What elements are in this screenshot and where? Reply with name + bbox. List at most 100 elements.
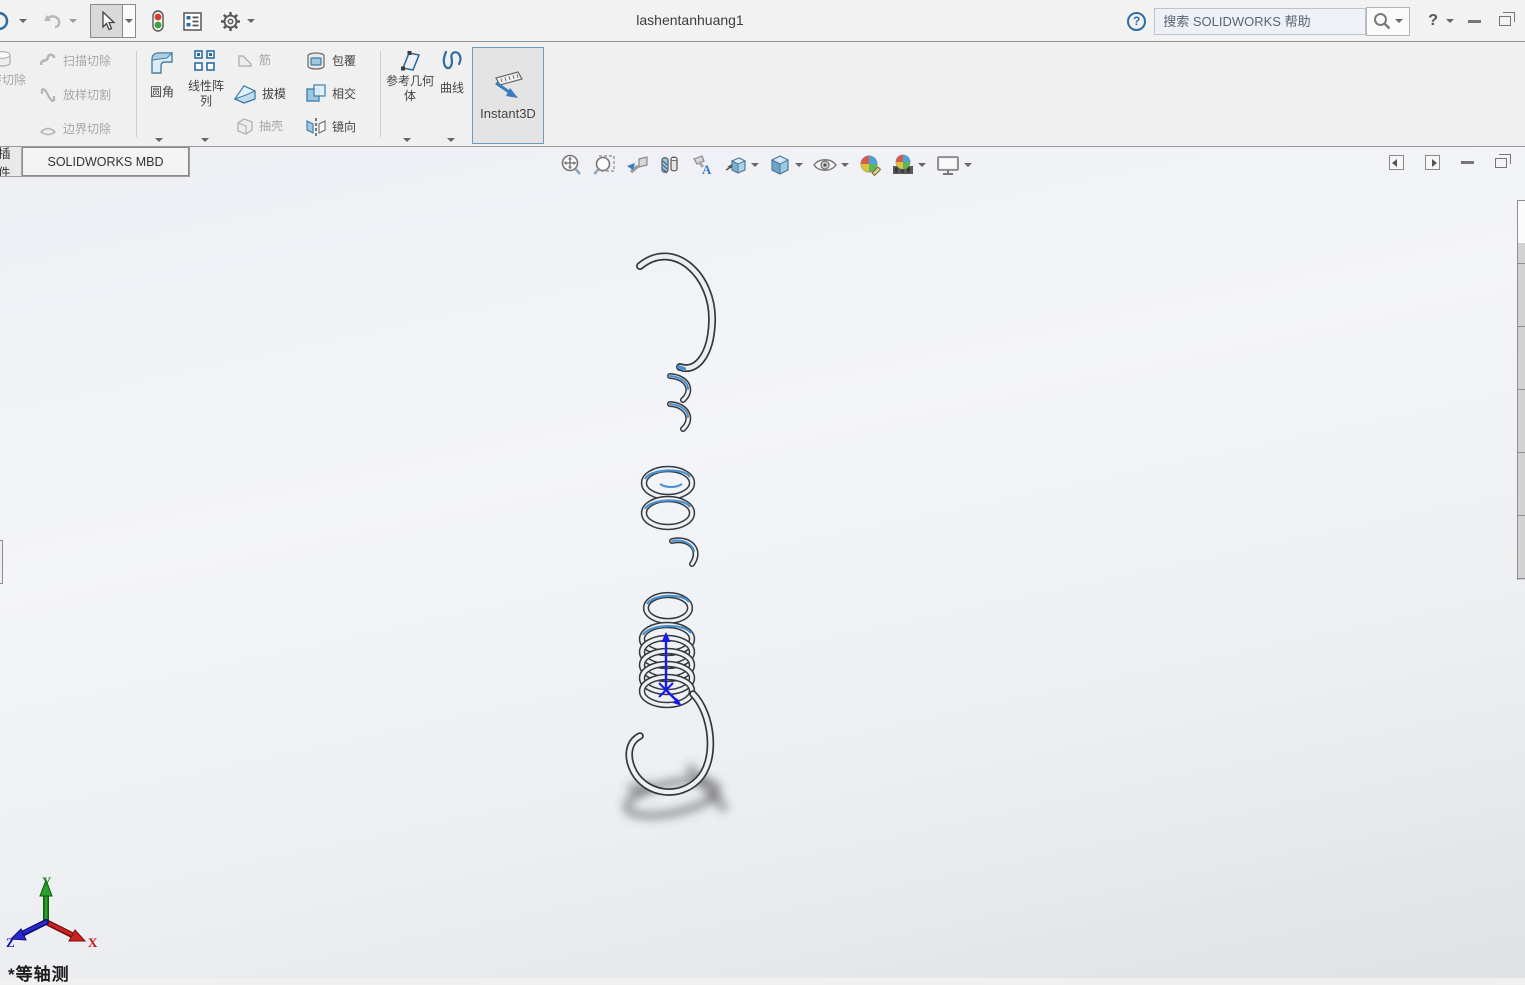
instant3d-button[interactable]: Instant3D	[472, 47, 544, 144]
undo-caret[interactable]	[66, 4, 80, 38]
document-window-controls	[1389, 155, 1507, 170]
apply-scene-icon	[891, 153, 915, 177]
spring-top-hook[interactable]	[640, 256, 712, 369]
ribbon-fillet[interactable]: 圆角	[141, 49, 183, 100]
ribbon-curves[interactable]: 曲线	[434, 49, 470, 96]
options-list-button[interactable]	[180, 4, 205, 38]
previous-view-button[interactable]	[624, 152, 650, 178]
restore-document-icon[interactable]	[1495, 158, 1507, 168]
triad-z-label: Z	[6, 935, 15, 950]
view-orientation-caret[interactable]	[751, 163, 759, 167]
zoom-to-fit-button[interactable]	[558, 152, 584, 178]
zoom-to-fit-icon	[559, 153, 583, 177]
app-icon[interactable]	[0, 4, 16, 38]
hide-show-items-caret[interactable]	[841, 163, 849, 167]
app-icon	[0, 12, 13, 30]
curves-icon	[439, 49, 465, 75]
task-pane-edge[interactable]	[1517, 200, 1525, 580]
select-tool-caret[interactable]	[123, 4, 136, 38]
ribbon-wrap[interactable]: 包覆	[305, 51, 356, 71]
app-menu-caret[interactable]	[16, 4, 30, 38]
help-menu[interactable]: ?	[1428, 12, 1438, 30]
shell-icon	[236, 117, 254, 135]
triad-x-label: X	[88, 935, 98, 950]
ribbon-swept-cut[interactable]: 扫描切除	[38, 51, 111, 71]
view-settings-caret[interactable]	[964, 163, 972, 167]
spring-mid-arc[interactable]	[672, 540, 696, 564]
hide-show-annotations-icon: A	[691, 153, 715, 177]
expand-right-pane-icon[interactable]	[1425, 155, 1440, 170]
swept-cut-icon	[38, 51, 58, 71]
undo-button[interactable]	[40, 4, 66, 38]
ribbon-shell[interactable]: 抽壳	[236, 117, 283, 135]
settings-gear-button[interactable]	[217, 4, 244, 38]
curves-caret[interactable]	[447, 129, 455, 147]
restore-icon	[1499, 16, 1511, 26]
minimize-icon	[1468, 20, 1481, 23]
reference-geometry-caret[interactable]	[403, 129, 411, 147]
settings-caret[interactable]	[244, 4, 258, 38]
search-input[interactable]	[1154, 8, 1366, 35]
hide-show-annotations-button[interactable]: A	[690, 152, 716, 178]
spring-arc-segments[interactable]	[670, 376, 688, 429]
ribbon-draft[interactable]: 拔模	[233, 83, 286, 105]
graphics-viewport[interactable]: 插件 SOLIDWORKS MBD	[0, 147, 1525, 978]
section-view-icon	[658, 153, 682, 177]
spring-model[interactable]	[560, 180, 800, 830]
ribbon-linear-pattern[interactable]: 线性阵列	[183, 49, 229, 109]
hide-show-items-button[interactable]	[811, 152, 850, 178]
fillet-icon	[148, 49, 176, 77]
view-settings-button[interactable]	[934, 152, 973, 178]
section-view-button[interactable]	[657, 152, 683, 178]
display-style-caret[interactable]	[795, 163, 803, 167]
apply-scene-caret[interactable]	[918, 163, 926, 167]
draft-icon	[233, 83, 257, 105]
previous-view-icon	[625, 153, 649, 177]
rib-icon	[236, 51, 254, 69]
tab-solidworks-mbd[interactable]: SOLIDWORKS MBD	[22, 147, 189, 176]
display-style-icon	[768, 153, 792, 177]
apply-scene-button[interactable]	[890, 152, 927, 178]
spring-single-coil[interactable]	[646, 595, 690, 621]
window-title: lashentanhuang1	[540, 0, 840, 40]
lofted-cut-icon	[38, 85, 58, 105]
svg-text:A: A	[702, 162, 712, 177]
ribbon-mirror[interactable]: 镜向	[305, 117, 356, 137]
display-style-button[interactable]	[767, 152, 804, 178]
zoom-to-area-button[interactable]	[591, 152, 617, 178]
view-orientation-button[interactable]	[723, 152, 760, 178]
ribbon-rib[interactable]: 筋	[236, 51, 271, 69]
instant3d-icon	[488, 70, 528, 100]
zoom-to-area-icon	[592, 153, 616, 177]
fillet-caret[interactable]	[155, 129, 163, 147]
wrap-icon	[305, 51, 327, 71]
selection-filter-button[interactable]	[148, 4, 168, 38]
linear-pattern-caret[interactable]	[201, 129, 209, 147]
ribbon-revolved-cut[interactable]: 旋转切除	[0, 47, 34, 88]
view-orientation-label: *等轴测	[8, 960, 70, 985]
help-caret[interactable]	[1446, 19, 1454, 23]
collapse-left-pane-icon[interactable]	[1389, 155, 1404, 170]
tab-addins[interactable]: 插件	[0, 147, 22, 176]
intersect-icon	[305, 83, 327, 105]
options-list-icon	[183, 12, 202, 31]
title-bar: lashentanhuang1 ? ?	[0, 0, 1525, 42]
feature-panel-edge[interactable]	[0, 540, 3, 584]
restore-window-button[interactable]	[1495, 16, 1515, 26]
minimize-document-icon[interactable]	[1461, 161, 1474, 164]
settings-gear-icon	[220, 11, 241, 32]
view-orientation-icon	[724, 153, 748, 177]
edit-appearance-button[interactable]	[857, 152, 883, 178]
ribbon-lofted-cut[interactable]: 放样切割	[38, 85, 111, 105]
spring-bottom-hook[interactable]	[629, 694, 710, 792]
search-button[interactable]	[1366, 7, 1410, 36]
ribbon-reference-geometry[interactable]: 参考几何体	[384, 48, 436, 104]
ribbon-boundary-cut[interactable]: 边界切除	[38, 119, 111, 139]
search-magnifier-icon	[1373, 12, 1391, 30]
triad-y-label: Y	[42, 874, 52, 889]
ribbon-intersect[interactable]: 相交	[305, 83, 356, 105]
edit-appearance-icon	[858, 153, 882, 177]
select-tool-button[interactable]	[90, 4, 123, 38]
spring-upper-coils[interactable]	[644, 469, 692, 527]
minimize-window-button[interactable]	[1462, 20, 1487, 23]
